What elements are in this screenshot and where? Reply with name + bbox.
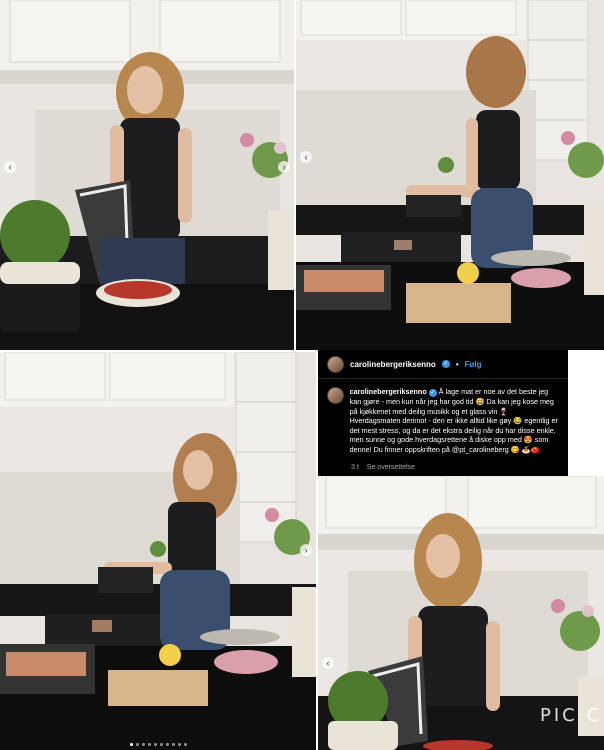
carousel-prev-button-4[interactable]: ‹ xyxy=(322,657,334,669)
carousel-dot[interactable] xyxy=(171,743,175,746)
post-meta: 3 t Se oversettelse xyxy=(351,464,415,471)
carousel-dots xyxy=(0,743,316,746)
carousel-dot[interactable] xyxy=(165,743,169,746)
kitchen-photo-1 xyxy=(0,0,294,350)
carousel-prev-button-2[interactable]: ‹ xyxy=(300,151,312,163)
post-time: 3 t xyxy=(351,464,359,471)
carousel-next-button-3[interactable]: › xyxy=(300,544,312,556)
carousel-dot[interactable] xyxy=(135,743,139,746)
caption-text: Å lage mat er noe av det beste jeg kan g… xyxy=(349,387,558,454)
verified-badge-icon: ✓ xyxy=(441,360,450,368)
carousel-dot[interactable] xyxy=(129,743,133,746)
post-header: carolinebergeriksenno ✓ • Følg xyxy=(318,350,568,379)
carousel-next-button[interactable]: › xyxy=(278,161,290,173)
caption-verified-badge-icon: ✓ xyxy=(428,389,437,397)
carousel-dot[interactable] xyxy=(183,743,187,746)
blank-strip xyxy=(568,350,604,476)
caption-text-block: carolinebergeriksenno ✓ Å lage mat er no… xyxy=(350,387,559,455)
watermark-text: PIC·C xyxy=(539,705,602,726)
carousel-dot[interactable] xyxy=(147,743,151,746)
photo-tile-3[interactable]: › xyxy=(0,352,316,750)
separator-dot: • xyxy=(455,359,459,369)
carousel-prev-button[interactable]: ‹ xyxy=(4,161,16,173)
photo-tile-1[interactable]: ‹ › xyxy=(0,0,294,350)
kitchen-photo-2 xyxy=(296,0,604,350)
instagram-post-panel: carolinebergeriksenno ✓ • Følg carolineb… xyxy=(318,350,568,476)
username-link[interactable]: carolinebergeriksenno xyxy=(350,360,436,369)
photo-tile-2[interactable]: ‹ xyxy=(296,0,604,350)
kitchen-photo-3 xyxy=(0,352,316,750)
follow-button[interactable]: Følg xyxy=(465,360,482,369)
photo-tile-4[interactable]: ‹ PIC·C xyxy=(318,476,604,750)
post-caption-row: carolinebergeriksenno ✓ Å lage mat er no… xyxy=(318,379,568,455)
carousel-dot[interactable] xyxy=(141,743,145,746)
caption-username[interactable]: carolinebergeriksenno xyxy=(350,387,427,396)
see-translation-link[interactable]: Se oversettelse xyxy=(367,464,415,471)
caption-avatar[interactable] xyxy=(327,387,344,404)
carousel-dot[interactable] xyxy=(177,743,181,746)
carousel-dot[interactable] xyxy=(159,743,163,746)
carousel-dot[interactable] xyxy=(153,743,157,746)
avatar[interactable] xyxy=(327,355,344,373)
